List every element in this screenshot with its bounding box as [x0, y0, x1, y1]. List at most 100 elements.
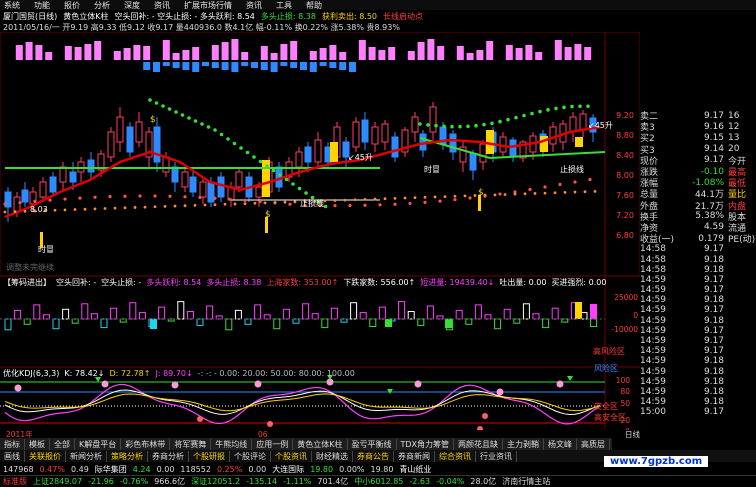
tab-indicator-8[interactable]: 黄色立体K柱 [293, 438, 348, 450]
candle-body [469, 153, 477, 171]
strip-bar-blue [172, 62, 180, 68]
candle-body [87, 159, 95, 173]
tab-indicator-12[interactable]: 主力剥鞘 [503, 438, 545, 450]
chart-annotation: ↙45升 [588, 121, 613, 130]
tick-price: 9.18 [703, 356, 724, 367]
dot-green [154, 101, 159, 105]
kdj-buy-dot [482, 413, 488, 419]
dot-orange [363, 198, 367, 201]
dot-green [180, 113, 185, 117]
tab-indicator-4[interactable]: 彩色布林带 [121, 438, 171, 450]
dot-orange [273, 201, 277, 204]
menu-item-5[interactable]: 资讯 [154, 0, 170, 11]
tab-indicator-2[interactable]: 全部 [50, 438, 75, 450]
menu-item-9[interactable]: 帮助 [306, 0, 322, 11]
dot-red [183, 195, 187, 199]
vol-bar [302, 303, 310, 320]
menu-item-6[interactable]: 扩展市场行情 [184, 0, 232, 11]
kdj-d-line [4, 393, 601, 412]
dot-orange [343, 198, 347, 202]
tick-row: 14:59 9.18 [640, 387, 756, 397]
tab-indicator-6[interactable]: 牛熊均线 [211, 438, 253, 450]
tab-info-9[interactable]: 券商公告 [353, 450, 394, 462]
strip-bar [368, 47, 376, 60]
tab-info-0[interactable]: 画线 [0, 450, 25, 462]
tab-info-10[interactable]: 券商新闻 [394, 450, 435, 462]
tab-indicator-10[interactable]: TDX角力筹管 [397, 438, 455, 450]
status-item-0[interactable]: 标准版 [3, 476, 27, 487]
dot-green [426, 123, 430, 127]
menu-item-2[interactable]: 报价 [64, 0, 80, 11]
tab-indicator-9[interactable]: 盈亏平衡线 [348, 438, 397, 450]
bar-info-text: 2011/05/16/一 开9.19 高9.33 低9.12 收9.17 量44… [3, 22, 400, 32]
dot-red [63, 197, 67, 201]
tab-indicator-11[interactable]: 两颜花且缺 [454, 438, 504, 450]
tab-info-7[interactable]: 个股资讯 [271, 450, 312, 462]
menu-item-0[interactable]: 系统 [4, 0, 20, 11]
period-label[interactable]: 日线 [625, 429, 640, 438]
vol-bar [90, 313, 98, 320]
tab-info-3[interactable]: 策略分析 [107, 450, 148, 462]
status-item-3: -0.76% [119, 477, 149, 486]
candle-body [479, 143, 487, 163]
candle-body [255, 186, 263, 198]
menu-item-8[interactable]: 工具 [276, 0, 292, 11]
tick-time: 14:59 [640, 386, 666, 397]
strip-bar [260, 46, 268, 60]
tab-info-6[interactable]: 个股评论 [230, 450, 271, 462]
tab-indicator-13[interactable]: 杨文峰 [544, 438, 578, 450]
dot-red [408, 201, 412, 206]
status-item-8: 701.4亿 [317, 477, 349, 486]
dot-green [265, 164, 269, 168]
quote-value: 5.38% [695, 211, 724, 222]
tab-info-4[interactable]: 券商分析 [148, 450, 189, 462]
dot-orange [423, 195, 427, 199]
strip-bar [584, 47, 592, 60]
dot-green [232, 141, 237, 146]
vol-bar [311, 313, 319, 320]
quote-row: 收益(一) 0.179 PE(动) [640, 233, 756, 246]
tab-indicator-1[interactable]: 模板 [25, 438, 50, 450]
vol-bar [484, 314, 492, 320]
vol-axis-label: 25000 [614, 293, 638, 302]
strip-bar-blue [231, 62, 239, 72]
vol-bar [350, 302, 358, 320]
indicator-name[interactable]: 黄色立体K柱 [63, 11, 108, 22]
tab-info-8[interactable]: 财经精选 [312, 450, 353, 462]
dot-orange [503, 193, 507, 196]
vol-hdr-a: 空头回补: - [56, 278, 97, 287]
quote-extra: 20 [728, 144, 740, 155]
buy-signal-bar [40, 232, 43, 248]
menu-item-3[interactable]: 分析 [94, 0, 110, 11]
menu-item-7[interactable]: 资讯 [246, 0, 262, 11]
menu-item-4[interactable]: 深度 [124, 0, 140, 11]
menu-item-1[interactable]: 功能 [34, 0, 50, 11]
vol-bar [110, 307, 118, 320]
vol-bar [33, 304, 41, 320]
tab-info-1[interactable]: 关联报价 [25, 450, 66, 462]
kdj-signal-dot [414, 380, 422, 388]
strip-bar [476, 50, 484, 60]
tab-indicator-7[interactable]: 应用一例 [252, 438, 294, 450]
tab-info-12[interactable]: 行业资讯 [476, 450, 517, 462]
dot-green [418, 122, 422, 126]
dollar-icon: $ [150, 115, 156, 125]
dot-orange [493, 193, 497, 197]
strip-bar [515, 48, 523, 60]
strip-bar [427, 39, 435, 60]
tab-info-2[interactable]: 新闻分析 [66, 450, 107, 462]
tick-time: 14:59 [640, 325, 666, 336]
tab-indicator-5[interactable]: 将军赛舞 [170, 438, 212, 450]
candle-body [295, 151, 303, 168]
vol-axis-label: -10000 [611, 325, 638, 334]
candle-body [69, 171, 77, 183]
tab-info-11[interactable]: 综合资讯 [435, 450, 476, 462]
tab-indicator-0[interactable]: 指标 [0, 438, 25, 450]
tab-indicator-14[interactable]: 高质层 [577, 438, 611, 450]
strip-bar [133, 45, 141, 60]
vol-bar-filled [150, 319, 157, 329]
tab-info-5[interactable]: 个股研报 [189, 450, 230, 462]
dot-red [213, 196, 217, 200]
tab-indicator-3[interactable]: K解盘平台 [75, 438, 122, 450]
dot-green [514, 115, 518, 120]
